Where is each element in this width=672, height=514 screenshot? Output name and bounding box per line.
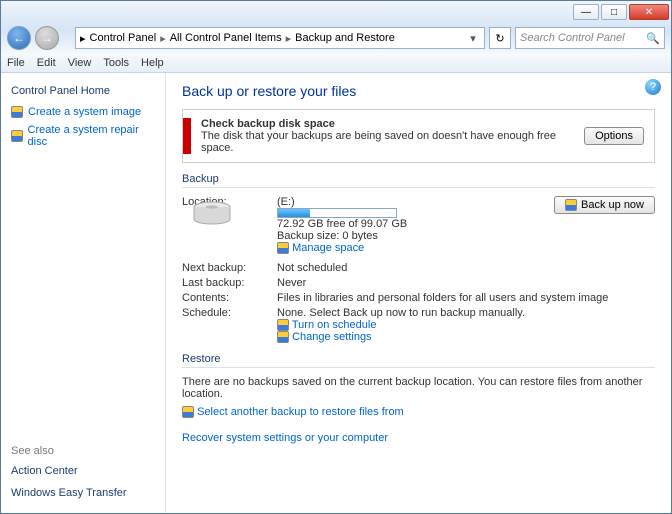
maximize-button[interactable]: □ xyxy=(601,4,627,20)
minimize-button[interactable]: — xyxy=(573,4,599,20)
see-also-action-center[interactable]: Action Center xyxy=(11,465,155,477)
schedule-label: Schedule: xyxy=(182,307,277,343)
crumb-0[interactable]: Control Panel xyxy=(86,32,161,44)
back-button[interactable]: ← xyxy=(7,26,31,50)
recover-system-link[interactable]: Recover system settings or your computer xyxy=(182,432,655,444)
warning-bar xyxy=(183,118,191,154)
menu-edit[interactable]: Edit xyxy=(37,57,56,69)
help-icon[interactable]: ? xyxy=(645,79,661,95)
addr-dropdown-icon[interactable]: ▾ xyxy=(466,32,480,45)
menu-tools[interactable]: Tools xyxy=(103,57,129,69)
manage-space-link[interactable]: Manage space xyxy=(277,242,544,254)
restore-text: There are no backups saved on the curren… xyxy=(182,376,655,400)
crumb-1[interactable]: All Control Panel Items xyxy=(166,32,286,44)
address-bar[interactable]: ▸ Control Panel ▸ All Control Panel Item… xyxy=(75,27,485,49)
crumb-2[interactable]: Backup and Restore xyxy=(291,32,399,44)
refresh-button[interactable]: ↻ xyxy=(489,27,511,49)
window: — □ ✕ ← → ▸ Control Panel ▸ All Control … xyxy=(0,0,672,514)
menu-file[interactable]: File xyxy=(7,57,25,69)
backup-section: Backup xyxy=(182,173,655,188)
menu-help[interactable]: Help xyxy=(141,57,164,69)
sidebar-create-repair[interactable]: Create a system repair disc xyxy=(11,124,155,148)
disk-icon xyxy=(192,201,232,225)
contents-label: Contents: xyxy=(182,292,277,304)
search-input[interactable]: Search Control Panel 🔍 xyxy=(515,27,665,49)
close-button[interactable]: ✕ xyxy=(629,4,669,20)
menubar: File Edit View Tools Help xyxy=(1,53,671,73)
sidebar: Control Panel Home Create a system image… xyxy=(1,73,166,513)
next-backup-label: Next backup: xyxy=(182,262,277,274)
titlebar: — □ ✕ xyxy=(1,1,671,23)
last-backup-label: Last backup: xyxy=(182,277,277,289)
shield-icon xyxy=(11,106,23,118)
warning-text: The disk that your backups are being sav… xyxy=(201,130,574,154)
sidebar-home[interactable]: Control Panel Home xyxy=(11,85,155,97)
contents-value: Files in libraries and personal folders … xyxy=(277,292,655,304)
schedule-value: None. Select Back up now to run backup m… xyxy=(277,307,655,319)
search-placeholder: Search Control Panel xyxy=(520,32,625,44)
shield-icon xyxy=(277,331,289,343)
warning-panel: Check backup disk space The disk that yo… xyxy=(182,109,655,163)
body: Control Panel Home Create a system image… xyxy=(1,73,671,513)
restore-section: Restore xyxy=(182,353,655,368)
next-backup-value: Not scheduled xyxy=(277,262,655,274)
see-also-easy-transfer[interactable]: Windows Easy Transfer xyxy=(11,487,155,499)
shield-icon xyxy=(277,319,289,331)
search-icon: 🔍 xyxy=(646,32,660,45)
see-also-label: See also xyxy=(11,445,155,457)
change-settings-link[interactable]: Change settings xyxy=(277,331,655,343)
last-backup-value: Never xyxy=(277,277,655,289)
nav-row: ← → ▸ Control Panel ▸ All Control Panel … xyxy=(1,23,671,53)
sidebar-create-image[interactable]: Create a system image xyxy=(11,106,155,118)
options-button[interactable]: Options xyxy=(584,127,644,145)
forward-button[interactable]: → xyxy=(35,26,59,50)
menu-view[interactable]: View xyxy=(68,57,92,69)
shield-icon xyxy=(182,406,194,418)
shield-icon xyxy=(277,242,289,254)
turn-on-schedule-link[interactable]: Turn on schedule xyxy=(277,319,655,331)
select-another-backup-link[interactable]: Select another backup to restore files f… xyxy=(182,406,655,418)
backup-size-text: Backup size: 0 bytes xyxy=(277,230,544,242)
main: ? Back up or restore your files Check ba… xyxy=(166,73,671,513)
warning-title: Check backup disk space xyxy=(201,118,574,130)
shield-icon xyxy=(11,130,23,142)
page-title: Back up or restore your files xyxy=(182,83,655,99)
